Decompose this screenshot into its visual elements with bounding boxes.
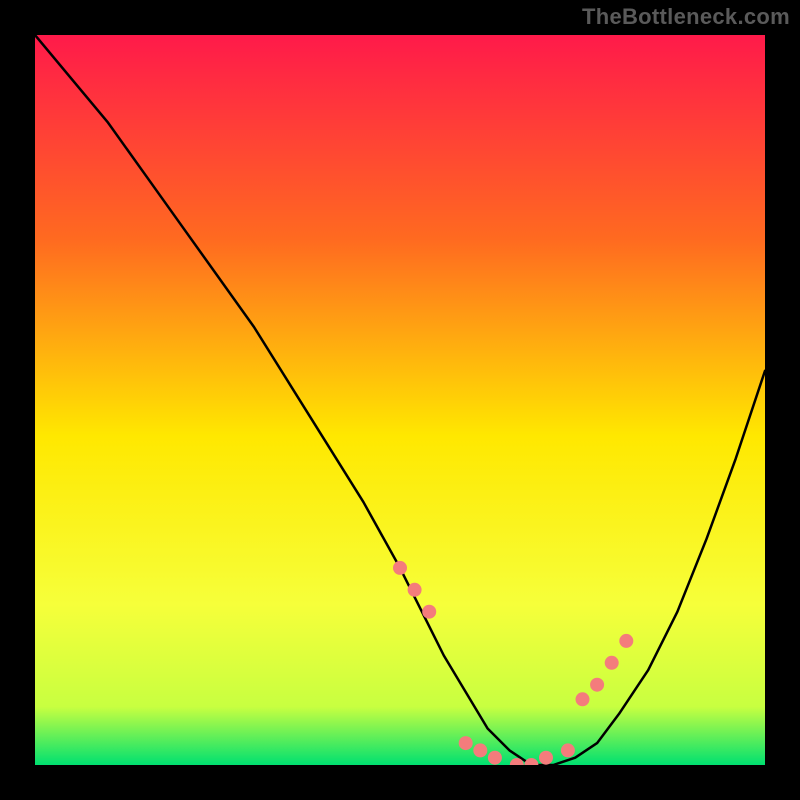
plot-area [35,35,765,765]
watermark-text: TheBottleneck.com [582,4,790,30]
marker-point [393,561,407,575]
marker-point [422,605,436,619]
marker-point [605,656,619,670]
marker-point [488,751,502,765]
chart-svg [35,35,765,765]
chart-container: TheBottleneck.com [0,0,800,800]
marker-point [561,743,575,757]
marker-point [539,751,553,765]
marker-point [590,678,604,692]
marker-point [408,583,422,597]
marker-point [576,692,590,706]
marker-point [619,634,633,648]
marker-point [473,743,487,757]
marker-point [459,736,473,750]
